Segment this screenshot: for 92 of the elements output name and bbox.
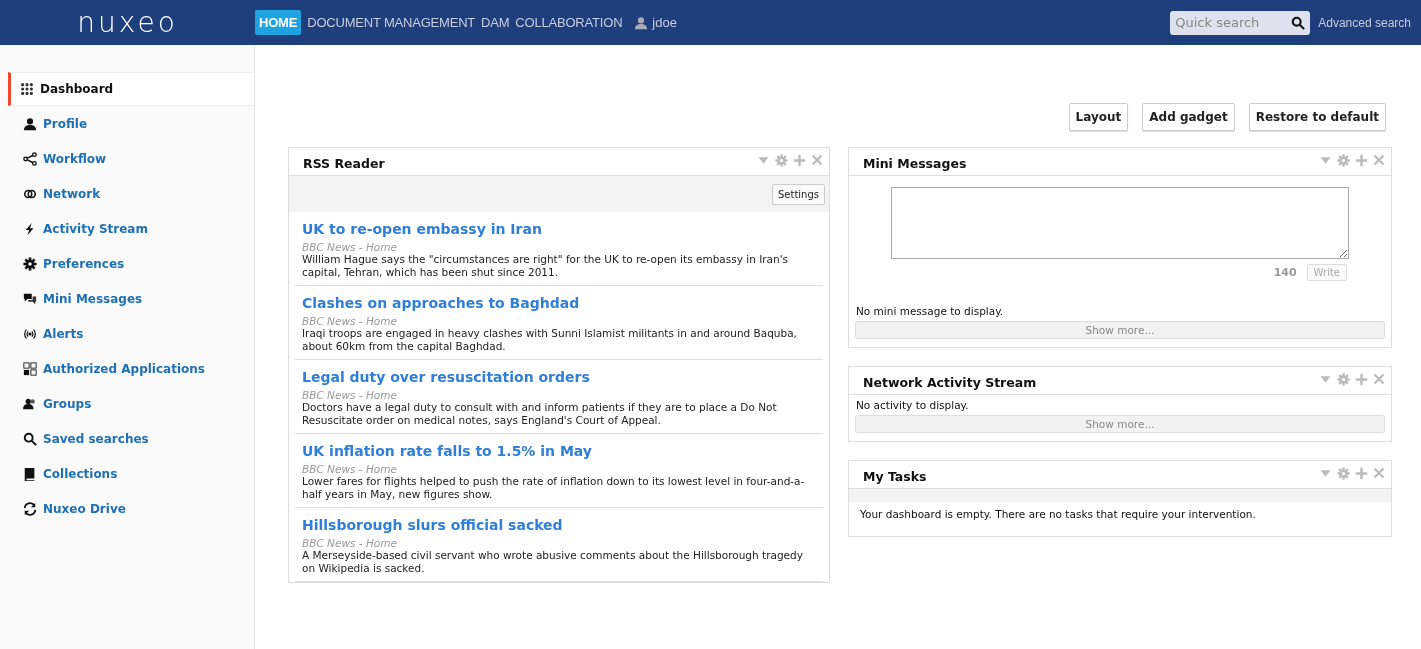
collapse-icon [757, 154, 770, 167]
close-icon [811, 154, 823, 166]
sidebar-item[interactable]: Profile [8, 106, 254, 141]
show-more-button[interactable]: Show more... [855, 321, 1385, 339]
sidebar-label: Profile [43, 116, 88, 131]
plus-icon [1355, 467, 1368, 480]
article-summary: Iraqi troops are engaged in heavy clashes with Sunni Islamist militants in and around Baquba, about 60km from the capital Baghdad. [302, 327, 798, 353]
show-more-button[interactable]: Show more... [855, 415, 1385, 433]
nav-tab[interactable]: DAM [481, 10, 510, 35]
article-source: BBC News - Home [302, 241, 398, 253]
search-field[interactable]: Quick search [1170, 10, 1311, 35]
sidebar-label: Saved searches [43, 431, 149, 446]
sidebar-item[interactable]: Mini Messages [8, 281, 254, 316]
article-summary: Lower fares for flights helped to push the rate of inflation down to its lowest level in four-and-a-half years in May, new figures show. [302, 475, 806, 501]
empty-message: No mini message to display. [855, 305, 1005, 317]
person-icon [23, 116, 37, 131]
sidebar-label: Preferences [43, 256, 125, 271]
toolbar-button[interactable]: Add gadget [1142, 103, 1235, 131]
article-link[interactable]: UK inflation rate falls to 1.5% in May [302, 443, 816, 459]
sidebar-item[interactable]: Nuxeo Drive [8, 491, 254, 526]
sidebar-label: Network [43, 186, 101, 201]
grid-icon [20, 82, 34, 96]
sidebar-label: Groups [43, 396, 92, 411]
sidebar-item[interactable]: Authorized Applications [8, 351, 254, 386]
collapse-icon [1319, 467, 1332, 480]
article-link[interactable]: UK to re-open embassy in Iran [302, 221, 816, 237]
nav-tab[interactable]: COLLABORATION [515, 10, 623, 35]
sidebar-item[interactable]: Groups [8, 386, 254, 421]
sidebar-item[interactable]: Activity Stream [8, 211, 254, 246]
empty-message: No activity to display. [855, 399, 970, 411]
gadget-title: My Tasks [863, 468, 927, 484]
article-source: BBC News - Home [302, 315, 398, 327]
settings-icon [1337, 373, 1350, 386]
empty-message: Your dashboard is empty. There are no tasks that require your intervention. [859, 507, 1257, 522]
close-icon [1373, 154, 1385, 166]
sidebar-item[interactable]: Alerts [8, 316, 254, 351]
character-counter: 140 [1273, 266, 1297, 279]
nav-tab[interactable]: DOCUMENT MANAGEMENT [307, 10, 476, 35]
sidebar-label: Authorized Applications [43, 361, 205, 376]
sidebar-item[interactable]: Network [8, 176, 254, 211]
close-icon [1373, 373, 1385, 385]
sidebar-item[interactable]: Collections [8, 456, 254, 491]
plus-icon [1355, 154, 1368, 167]
book-icon [23, 466, 37, 481]
toolbar-button[interactable]: Restore to default [1248, 103, 1386, 131]
article-link[interactable]: Clashes on approaches to Baghdad [302, 295, 816, 311]
nav-tab[interactable]: HOME [255, 10, 302, 35]
article-link[interactable]: Hillsborough slurs official sacked [302, 517, 816, 533]
sidebar-item[interactable]: Workflow [8, 141, 254, 176]
search-icon [23, 431, 37, 446]
sidebar-label: Activity Stream [43, 221, 148, 236]
article-summary: William Hague says the "circumstances are right" for the UK to re-open its embassy in Iran's capital, Tehran, which has been shut since 2011. [302, 253, 789, 279]
sync-icon [23, 501, 37, 516]
settings-icon [1337, 154, 1350, 167]
settings-button[interactable]: Settings [772, 183, 825, 205]
speech-bubbles-icon [23, 291, 37, 306]
sidebar-label: Dashboard [40, 82, 114, 96]
article-source: BBC News - Home [302, 463, 398, 475]
close-icon [1373, 467, 1385, 479]
advanced-search-link[interactable]: Advanced search [1318, 15, 1411, 30]
sidebar-label: Mini Messages [43, 291, 143, 306]
gear-icon [23, 256, 37, 271]
gadget-title: RSS Reader [303, 155, 385, 171]
toolbar-button[interactable]: Layout [1068, 103, 1129, 131]
gadget-title: Network Activity Stream [863, 374, 1037, 390]
search-icon [1291, 15, 1306, 30]
tiles-icon [23, 361, 37, 376]
sidebar-label: Alerts [43, 326, 84, 341]
article-source: BBC News - Home [302, 389, 398, 401]
settings-icon [775, 154, 788, 167]
user-icon [634, 15, 649, 30]
user-name[interactable]: jdoe [652, 15, 677, 30]
message-input[interactable] [891, 187, 1349, 259]
sidebar-item[interactable]: Preferences [8, 246, 254, 281]
settings-icon [1337, 467, 1350, 480]
collapse-icon [1319, 373, 1332, 386]
collapse-icon [1319, 154, 1332, 167]
article-source: BBC News - Home [302, 537, 398, 549]
article-summary: A Merseyside-based civil servant who wrote abusive comments about the Hillsborough tragedy on Wikipedia is sacked. [302, 549, 804, 575]
share-icon [23, 151, 37, 166]
people-icon [23, 396, 37, 411]
logo[interactable]: nuxeo [0, 6, 255, 39]
plus-icon [793, 154, 806, 167]
gadget-title: Mini Messages [863, 155, 967, 171]
sidebar-item[interactable]: Saved searches [8, 421, 254, 456]
article-link[interactable]: Legal duty over resuscitation orders [302, 369, 816, 385]
article-summary: Doctors have a legal duty to consult with and inform patients if they are to place a Do Not Resuscitate order on medical notes, says England's Court of Appeal. [302, 401, 778, 427]
sidebar-label: Collections [43, 466, 118, 481]
sidebar-item[interactable]: Dashboard [8, 72, 254, 106]
sidebar-label: Nuxeo Drive [43, 501, 126, 516]
sidebar-label: Workflow [43, 151, 107, 166]
plus-icon [1355, 373, 1368, 386]
